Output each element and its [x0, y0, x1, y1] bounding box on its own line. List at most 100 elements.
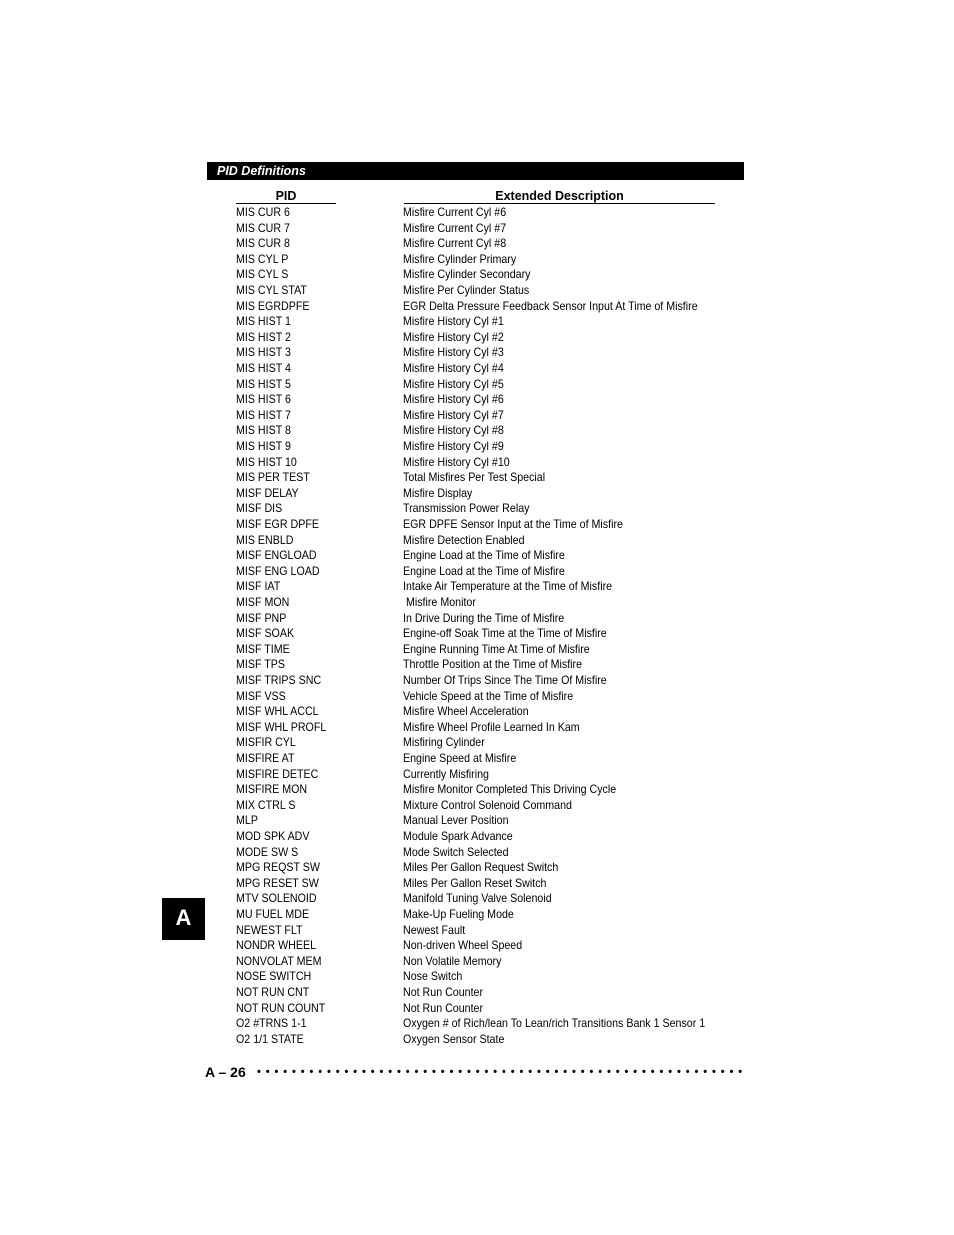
- pid-cell: MISF EGR DPFE: [236, 518, 319, 531]
- pid-cell: MISF TRIPS SNC: [236, 674, 322, 687]
- table-row: MLP Manual Lever Position: [0, 813, 954, 829]
- table-row: MISFIRE AT Engine Speed at Misfire: [0, 751, 954, 767]
- table-row: MPG RESET SW Miles Per Gallon Reset Switc…: [0, 876, 954, 892]
- table-row: NOT RUN CNT Not Run Counter: [0, 985, 954, 1001]
- description-cell: Manifold Tuning Valve Solenoid: [403, 892, 552, 906]
- table-row: MISF ENGLOAD Engine Load at the Time of M…: [0, 548, 954, 564]
- description-cell: Number Of Trips Since The Time Of Misfir…: [403, 674, 607, 687]
- table-row: MIS CUR 7 Misfire Current Cyl #7: [0, 221, 954, 237]
- table-row: MIS HIST 5 Misfire History Cyl #5: [0, 377, 954, 393]
- pid-cell: O2 #TRNS 1-1: [236, 1017, 307, 1031]
- pid-cell: MIS HIST 2: [236, 330, 291, 344]
- pid-cell: MIS ENBLD: [236, 533, 294, 547]
- description-cell: Misfire Current Cyl #7: [403, 221, 507, 235]
- table-row: NEWEST FLT Newest Fault: [0, 923, 954, 939]
- pid-cell: MISF DELAY: [236, 486, 299, 500]
- table-row: MIX CTRL S Mixture Control Solenoid Comma…: [0, 798, 954, 814]
- table-row: MISFIR CYL Misfiring Cylinder: [0, 735, 954, 751]
- description-cell: Nose Switch: [403, 970, 463, 984]
- description-cell: Currently Misfiring: [403, 767, 489, 781]
- table-row: MIS HIST 8 Misfire History Cyl #8: [0, 423, 954, 439]
- description-cell: Misfire History Cyl #10: [403, 455, 510, 469]
- description-cell: Misfiring Cylinder: [403, 736, 485, 750]
- description-cell: Vehicle Speed at the Time of Misfire: [403, 689, 574, 703]
- table-row: NOSE SWITCH Nose Switch: [0, 969, 954, 985]
- table-row: MIS CUR 8 Misfire Current Cyl #8: [0, 236, 954, 252]
- description-cell: Misfire History Cyl #4: [403, 362, 504, 375]
- pid-cell: MIS CYL P: [236, 252, 289, 266]
- table-row: MISF VSS Vehicle Speed at the Time of Mis…: [0, 689, 954, 705]
- table-row: MISF EGR DPFE EGR DPFE Sensor Input at th…: [0, 517, 954, 533]
- description-cell: Make-Up Fueling Mode: [403, 908, 514, 921]
- pid-cell: MIS HIST 7: [236, 408, 291, 422]
- footer-dot-leader: ••••••••••••••••••••••••••••••••••••••••…: [257, 1066, 743, 1078]
- description-cell: Misfire History Cyl #3: [403, 346, 504, 360]
- table-row: MISF MON Misfire Monitor: [0, 595, 954, 611]
- pid-cell: NEWEST FLT: [236, 923, 303, 937]
- pid-cell: MIS HIST 5: [236, 377, 291, 391]
- page-number: A – 26: [205, 1064, 246, 1080]
- table-row: MISF TPS Throttle Position at the Time of…: [0, 657, 954, 673]
- pid-cell: MISF VSS: [236, 689, 286, 703]
- description-cell: Manual Lever Position: [403, 814, 509, 828]
- description-cell: Misfire History Cyl #6: [403, 393, 504, 407]
- appendix-tab: A: [162, 898, 205, 940]
- table-row: MISF WHL ACCL Misfire Wheel Acceleration: [0, 704, 954, 720]
- pid-cell: MIS HIST 9: [236, 440, 291, 453]
- pid-cell: MISF IAT: [236, 580, 281, 594]
- description-cell: Misfire Current Cyl #6: [403, 206, 507, 219]
- description-cell: Engine Load at the Time of Misfire: [403, 549, 565, 563]
- pid-cell: MISFIRE AT: [236, 752, 295, 765]
- table-row: MIS PER TEST Total Misfires Per Test Spec…: [0, 470, 954, 486]
- pid-cell: NONVOLAT MEM: [236, 954, 322, 968]
- pid-cell: MIS HIST 6: [236, 393, 291, 407]
- description-cell: Mixture Control Solenoid Command: [403, 798, 572, 812]
- description-cell: Misfire Cylinder Secondary: [403, 268, 531, 282]
- pid-cell: MISF WHL ACCL: [236, 705, 319, 719]
- description-cell: Engine Load at the Time of Misfire: [403, 564, 565, 578]
- section-title: PID Definitions: [217, 164, 306, 178]
- table-row: MISF SOAK Engine-off Soak Time at the Tim…: [0, 626, 954, 642]
- pid-cell: MIS CUR 8: [236, 237, 290, 251]
- description-cell: Misfire History Cyl #8: [403, 424, 504, 438]
- description-cell: Engine Speed at Misfire: [403, 752, 517, 765]
- description-cell: Misfire History Cyl #5: [403, 377, 504, 391]
- table-row: MISF DIS Transmission Power Relay: [0, 501, 954, 517]
- table-row: MIS EGRDPFE EGR Delta Pressure Feedback S…: [0, 299, 954, 315]
- description-cell: Misfire History Cyl #7: [403, 408, 504, 422]
- pid-cell: MIX CTRL S: [236, 798, 296, 812]
- table-row: MIS CYL S Misfire Cylinder Secondary: [0, 267, 954, 283]
- pid-cell: MISF TIME: [236, 642, 290, 656]
- description-cell: Misfire Current Cyl #8: [403, 237, 507, 251]
- pid-cell: MU FUEL MDE: [236, 908, 310, 921]
- description-cell: Non-driven Wheel Speed: [403, 939, 523, 953]
- table-row: MISF ENG LOAD Engine Load at the Time of …: [0, 564, 954, 580]
- pid-cell: MISF SOAK: [236, 627, 295, 641]
- table-row: NOT RUN COUNT Not Run Counter: [0, 1001, 954, 1017]
- table-row: MISFIRE MON Misfire Monitor Completed Thi…: [0, 782, 954, 798]
- description-cell: Transmission Power Relay: [403, 502, 530, 516]
- pid-cell: MLP: [236, 814, 258, 828]
- table-row: MIS HIST 7 Misfire History Cyl #7: [0, 408, 954, 424]
- page-footer: A – 26 •••••••••••••••••••••••••••••••••…: [205, 1063, 745, 1081]
- pid-cell: MIS CUR 6: [236, 206, 290, 219]
- pid-cell: MISF TPS: [236, 658, 286, 672]
- description-cell: Intake Air Temperature at the Time of Mi…: [403, 580, 613, 594]
- table-row: MIS HIST 9 Misfire History Cyl #9: [0, 439, 954, 455]
- table-row: MISF IAT Intake Air Temperature at the Ti…: [0, 579, 954, 595]
- description-cell: EGR DPFE Sensor Input at the Time of Mis…: [403, 518, 623, 531]
- pid-cell: MIS HIST 8: [236, 424, 291, 438]
- column-header-description: Extended Description: [404, 190, 715, 204]
- description-cell: Misfire Wheel Profile Learned In Kam: [403, 720, 580, 734]
- pid-cell: MIS PER TEST: [236, 471, 310, 485]
- description-cell: Engine-off Soak Time at the Time of Misf…: [403, 627, 607, 641]
- table-row: MIS HIST 6 Misfire History Cyl #6: [0, 392, 954, 408]
- description-cell: Newest Fault: [403, 923, 466, 937]
- pid-cell: MIS HIST 4: [236, 362, 291, 375]
- description-cell: Engine Running Time At Time of Misfire: [403, 642, 590, 656]
- description-cell: Oxygen Sensor State: [403, 1032, 505, 1046]
- table-row: MODE SW S Mode Switch Selected: [0, 845, 954, 861]
- description-cell: Miles Per Gallon Reset Switch: [403, 876, 547, 890]
- description-cell: Non Volatile Memory: [403, 954, 502, 968]
- pid-cell: MTV SOLENOID: [236, 892, 317, 906]
